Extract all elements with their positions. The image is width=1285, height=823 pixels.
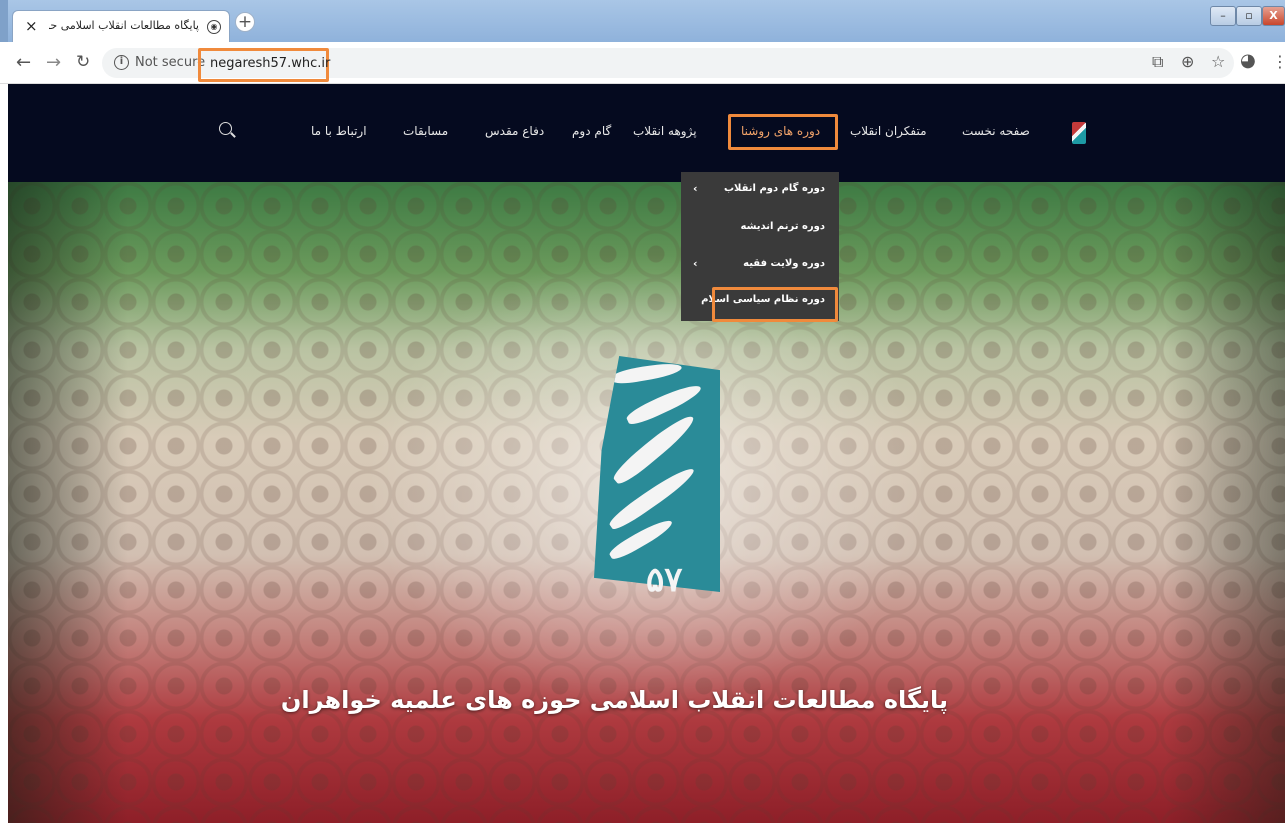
more-icon[interactable]: ⋮ (1272, 52, 1285, 71)
site-favicon-icon: ◉ (207, 20, 221, 34)
site-navbar: صفحه نخست متفکران انقلاب دوره های روشنا … (8, 84, 1285, 182)
forward-arrow-icon[interactable]: → (46, 52, 61, 73)
nav-item-home[interactable]: صفحه نخست (962, 124, 1030, 138)
browser-tab[interactable]: ◉ پایگاه مطالعات انقلاب اسلامی حوزه های … (12, 10, 230, 42)
nav-item-sacred-defense[interactable]: دفاع مقدس (485, 124, 544, 138)
back-arrow-icon[interactable]: ← (16, 52, 31, 73)
logo-stroke (611, 360, 683, 386)
tab-close-icon[interactable]: × (25, 17, 38, 35)
hero-banner: ۵۷ پایگاه مطالعات انقلاب اسلامی حوزه های… (8, 182, 1285, 823)
dropdown-item-velayat-course[interactable]: دوره ولایت فقیه (743, 258, 825, 269)
nav-item-second-step[interactable]: گام دوم (572, 124, 611, 138)
dropdown-item-second-step-course[interactable]: دوره گام دوم انقلاب (724, 183, 825, 194)
logo-number: ۵۷ (646, 560, 683, 600)
security-label: Not secure (135, 55, 206, 70)
reload-icon[interactable]: ↻ (76, 52, 90, 72)
address-url-highlight[interactable]: negaresh57.whc.ir (198, 48, 330, 82)
close-window-button[interactable]: X (1262, 6, 1285, 26)
zoom-icon[interactable]: ⊕ (1181, 52, 1194, 71)
tab-title: پایگاه مطالعات انقلاب اسلامی حوزه های خ (49, 19, 199, 32)
browser-titlebar: ◉ پایگاه مطالعات انقلاب اسلامی حوزه های … (0, 0, 1285, 42)
hero-shade-left (8, 182, 128, 823)
hero-shade-right (1165, 182, 1285, 823)
chevron-left-icon[interactable]: ‹ (693, 257, 698, 270)
nav-item-thinkers[interactable]: متفکران انقلاب (850, 124, 927, 138)
nav-item-contact[interactable]: ارتباط با ما (311, 124, 367, 138)
chevron-left-icon[interactable]: ‹ (693, 182, 698, 195)
maximize-button[interactable]: ▫ (1236, 6, 1262, 26)
window-edge (0, 0, 8, 42)
translate-icon[interactable]: ⧉ (1152, 52, 1163, 72)
dropdown-item-tarannom-course[interactable]: دوره ترنم اندیشه (741, 221, 826, 232)
nav-item-competitions[interactable]: مسابقات (403, 124, 448, 138)
browser-toolbar: ← → ↻ i Not secure (0, 42, 1285, 84)
hero-title: پایگاه مطالعات انقلاب اسلامی حوزه های عل… (280, 686, 948, 714)
account-icon[interactable]: ◕ (1240, 50, 1256, 71)
dropdown-item-highlight (712, 287, 838, 322)
new-tab-button[interactable]: + (235, 12, 255, 32)
address-url[interactable]: negaresh57.whc.ir (210, 56, 330, 71)
nav-active-highlight (728, 114, 838, 150)
search-icon[interactable] (219, 122, 232, 135)
negaresh-logo (594, 356, 720, 592)
nav-item-revolution-research[interactable]: پژوهه انقلاب (633, 124, 697, 138)
minimize-button[interactable]: – (1210, 6, 1236, 26)
star-icon[interactable]: ☆ (1211, 52, 1225, 71)
info-icon[interactable]: i (114, 55, 129, 70)
site-logo[interactable] (1072, 122, 1086, 144)
